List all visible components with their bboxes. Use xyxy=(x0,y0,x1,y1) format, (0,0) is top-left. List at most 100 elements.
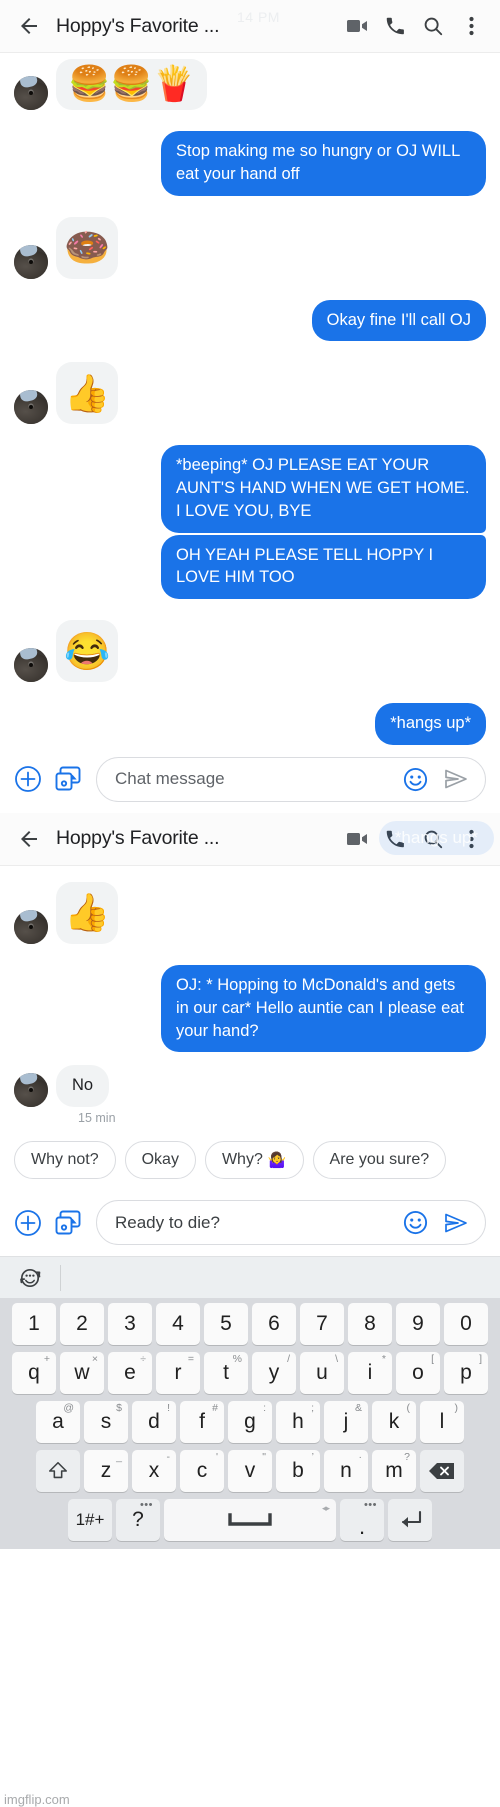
outgoing-bubble[interactable]: OH YEAH PLEASE TELL HOPPY I LOVE HIM TOO xyxy=(161,534,486,600)
key-sup: ) xyxy=(454,1402,459,1415)
chat-input-bottom[interactable]: Ready to die? xyxy=(96,1200,486,1246)
key-z[interactable]: _ z xyxy=(84,1450,128,1493)
key-7[interactable]: 7 xyxy=(300,1303,344,1346)
key-p[interactable]: ] p xyxy=(444,1352,488,1395)
message-row: Stop making me so hungry or OJ WILL eat … xyxy=(0,131,500,196)
key-m[interactable]: ? m xyxy=(372,1450,416,1493)
key-label: p xyxy=(460,1361,472,1385)
key-y[interactable]: / y xyxy=(252,1352,296,1395)
more-dots-icon: ••• xyxy=(139,1499,153,1512)
key-x[interactable]: -x xyxy=(132,1450,176,1493)
incoming-bubble[interactable]: No xyxy=(56,1065,110,1108)
search-button[interactable] xyxy=(414,820,452,858)
key-h[interactable]: ; h xyxy=(276,1401,320,1444)
key-label: 1#+ xyxy=(75,1510,105,1530)
search-button[interactable] xyxy=(414,7,452,45)
outgoing-bubble[interactable]: OJ: * Hopping to McDonald's and gets in … xyxy=(161,964,486,1053)
key-label: 1 xyxy=(28,1312,40,1336)
sticker-bubble[interactable]: 😂 xyxy=(56,620,118,683)
gallery-camera-button[interactable] xyxy=(55,766,83,792)
keyboard-row-bottom: 1#+ ••• ? ◂▸ ••• . xyxy=(3,1499,497,1542)
key-b[interactable]: ’ b xyxy=(276,1450,320,1493)
key-l[interactable]: ) l xyxy=(420,1401,464,1444)
key-sup: % xyxy=(232,1353,242,1366)
key-label: y xyxy=(268,1361,280,1385)
send-button-top[interactable] xyxy=(438,767,474,791)
add-attachment-button[interactable] xyxy=(14,1209,42,1237)
enter-key[interactable] xyxy=(388,1499,432,1542)
chat-input-top[interactable]: Chat message xyxy=(96,756,486,802)
key-e[interactable]: ÷ e xyxy=(108,1352,152,1395)
symbols-key[interactable]: 1#+ xyxy=(68,1499,112,1542)
key-v[interactable]: " v xyxy=(228,1450,272,1493)
add-attachment-button[interactable] xyxy=(14,765,42,793)
back-button[interactable] xyxy=(12,9,46,43)
key-f[interactable]: # f xyxy=(180,1401,224,1444)
key-q[interactable]: + q xyxy=(12,1352,56,1395)
key-o[interactable]: [o xyxy=(396,1352,440,1395)
question-key[interactable]: ••• ? xyxy=(116,1499,160,1542)
emoji-button[interactable] xyxy=(403,767,428,792)
key-label: t xyxy=(223,1361,229,1385)
chip-why-not[interactable]: Why not? xyxy=(14,1141,116,1180)
key-label: m xyxy=(385,1459,403,1483)
outgoing-bubble[interactable]: *beeping* OJ PLEASE EAT YOUR AUNT'S HAND… xyxy=(161,445,486,533)
key-2[interactable]: 2 xyxy=(60,1303,104,1346)
key-5[interactable]: 5 xyxy=(204,1303,248,1346)
outgoing-bubble[interactable]: Stop making me so hungry or OJ WILL eat … xyxy=(161,131,486,196)
key-label: g xyxy=(244,1410,256,1434)
key-0[interactable]: 0 xyxy=(444,1303,488,1346)
back-button[interactable] xyxy=(12,822,46,856)
sticker-bubble[interactable]: 👍 xyxy=(56,881,118,944)
key-6[interactable]: 6 xyxy=(252,1303,296,1346)
avatar xyxy=(14,648,48,683)
more-options-button[interactable] xyxy=(452,7,490,45)
emoji-rotate-button[interactable] xyxy=(0,1265,60,1291)
gallery-camera-button[interactable] xyxy=(55,1210,83,1236)
sticker-bubble[interactable]: 👍 xyxy=(56,362,118,425)
key-u[interactable]: \ u xyxy=(300,1352,344,1395)
more-options-button[interactable] xyxy=(452,820,490,858)
key-r[interactable]: = r xyxy=(156,1352,200,1395)
key-n[interactable]: · n xyxy=(324,1450,368,1493)
space-key[interactable]: ◂▸ xyxy=(164,1499,336,1542)
video-call-button[interactable] xyxy=(338,820,376,858)
key-3[interactable]: 3 xyxy=(108,1303,152,1346)
period-key[interactable]: ••• . xyxy=(340,1499,384,1542)
key-w[interactable]: × w xyxy=(60,1352,104,1395)
sticker-bubble[interactable]: 🍔🍔🍟 xyxy=(56,59,208,111)
video-call-button[interactable] xyxy=(338,7,376,45)
emoji-button[interactable] xyxy=(403,1210,428,1235)
key-d[interactable]: ! d xyxy=(132,1401,176,1444)
message-row: 🍔🍔🍟 xyxy=(0,59,500,111)
key-4[interactable]: 4 xyxy=(156,1303,200,1346)
key-k[interactable]: (k xyxy=(372,1401,416,1444)
key-c[interactable]: ' c xyxy=(180,1450,224,1493)
key-label: 7 xyxy=(316,1312,328,1336)
phone-call-icon xyxy=(386,17,404,35)
outgoing-bubble[interactable]: *hangs up* xyxy=(375,703,486,745)
backspace-key[interactable] xyxy=(420,1450,464,1493)
phone-call-button[interactable] xyxy=(376,820,414,858)
key-8[interactable]: 8 xyxy=(348,1303,392,1346)
key-s[interactable]: $ s xyxy=(84,1401,128,1444)
shift-key[interactable] xyxy=(36,1450,80,1493)
message-timestamp: 15 min xyxy=(78,1111,116,1126)
key-g[interactable]: :g xyxy=(228,1401,272,1444)
key-j[interactable]: & j xyxy=(324,1401,368,1444)
chip-why[interactable]: Why? 🤷‍♀️ xyxy=(204,1141,304,1180)
outgoing-bubble[interactable]: Okay fine I'll call OJ xyxy=(311,299,486,342)
sticker-bubble[interactable]: 🍩 xyxy=(56,216,118,279)
key-sup: ? xyxy=(404,1451,410,1464)
chip-okay[interactable]: Okay xyxy=(124,1141,196,1180)
key-a[interactable]: @ a xyxy=(36,1401,80,1444)
phone-call-button[interactable] xyxy=(376,7,414,45)
chip-are-you-sure[interactable]: Are you sure? xyxy=(312,1141,447,1180)
key-9[interactable]: 9 xyxy=(396,1303,440,1346)
key-i[interactable]: * i xyxy=(348,1352,392,1395)
key-sup: $ xyxy=(116,1402,122,1415)
key-label: 0 xyxy=(460,1312,472,1336)
key-1[interactable]: 1 xyxy=(12,1303,56,1346)
key-t[interactable]: % t xyxy=(204,1352,248,1395)
send-button-bottom[interactable] xyxy=(438,1211,474,1235)
